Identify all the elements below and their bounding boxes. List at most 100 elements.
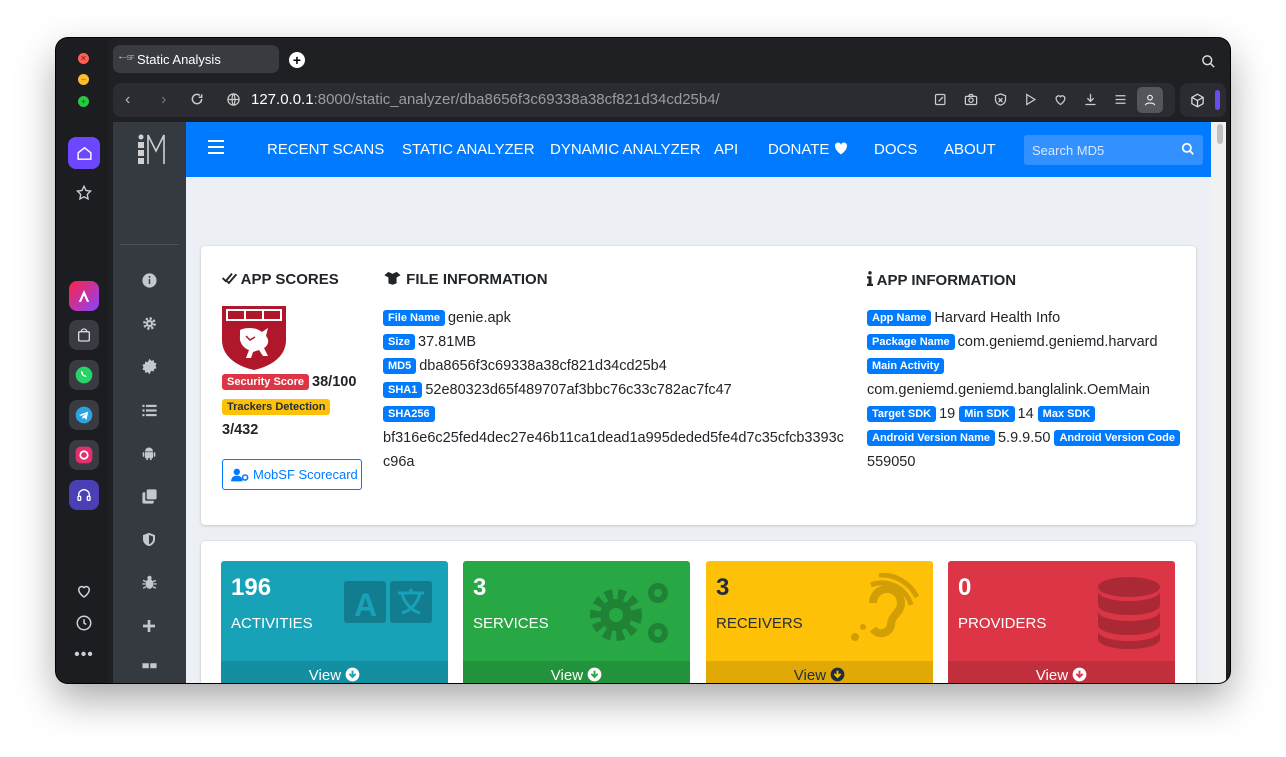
grid-icon[interactable]: [139, 657, 159, 677]
md5-search-input[interactable]: [1024, 135, 1164, 165]
instagram-icon[interactable]: [69, 440, 99, 470]
sha1-row: SHA1 52e80323d65f489707af3bbc76c33c782ac7…: [383, 382, 732, 398]
url-text[interactable]: 127.0.0.1:8000/static_analyzer/dba8656f3…: [251, 91, 720, 108]
services-count: 3: [473, 574, 487, 601]
app-info-title: APP INFORMATION: [876, 272, 1017, 289]
sidebar-divider: [120, 244, 179, 245]
aria-app-icon[interactable]: [69, 281, 99, 311]
file-info-heading: FILE INFORMATION: [383, 271, 548, 288]
certificate-icon[interactable]: [139, 356, 159, 376]
bug-icon[interactable]: [139, 572, 159, 592]
minimize-window-button[interactable]: –: [78, 74, 89, 85]
search-icon[interactable]: [1201, 54, 1216, 74]
edit-icon[interactable]: [933, 92, 948, 112]
nav-about[interactable]: ABOUT: [944, 141, 996, 158]
history-icon[interactable]: [68, 607, 100, 639]
gear-icon[interactable]: [139, 313, 159, 333]
maximize-window-button[interactable]: +: [78, 96, 89, 107]
mobsf-page: RECENT SCANS STATIC ANALYZER DYNAMIC ANA…: [113, 122, 1211, 683]
security-score-badge: Security Score: [222, 374, 310, 390]
app-name-value: Harvard Health Info: [934, 310, 1061, 326]
shield-block-icon[interactable]: [993, 92, 1008, 112]
activities-label: ACTIVITIES: [231, 615, 313, 632]
heart-bookmark-icon[interactable]: [1053, 92, 1068, 112]
tab-favicon: •−−SF: [119, 55, 135, 62]
android-icon[interactable]: [139, 443, 159, 463]
size-row: Size 37.81MB: [383, 334, 476, 350]
nav-recent-scans[interactable]: RECENT SCANS: [267, 141, 384, 158]
nav-docs[interactable]: DOCS: [874, 141, 917, 158]
app-info-heading: APP INFORMATION: [867, 271, 1016, 289]
play-icon[interactable]: [1023, 92, 1038, 112]
new-tab-button[interactable]: +: [289, 52, 305, 68]
arrow-circle-down-icon: [345, 667, 360, 682]
address-bar[interactable]: ‹ › 127.0.0.1:8000/static_analyzer/dba86…: [113, 83, 1175, 117]
scrollbar-thumb[interactable]: [1217, 124, 1223, 144]
nav-dynamic-analyzer[interactable]: DYNAMIC ANALYZER: [550, 141, 701, 158]
url-path: :8000/static_analyzer/dba8656f3c69338a38…: [313, 91, 720, 108]
size-badge: Size: [383, 334, 416, 350]
tab-static-analysis[interactable]: •−−SF Static Analysis: [113, 45, 279, 73]
list-icon[interactable]: [139, 400, 159, 420]
trackers-badge-row: Trackers Detection: [222, 399, 333, 415]
page-scrollbar[interactable]: [1211, 122, 1226, 683]
profile-icon[interactable]: [1137, 87, 1163, 113]
forward-icon[interactable]: ›: [161, 91, 166, 109]
nav-donate[interactable]: DONATE: [768, 141, 848, 158]
copy-icon[interactable]: [139, 486, 159, 506]
cogs-icon: [590, 583, 668, 643]
package-value: com.geniemd.geniemd.harvard: [957, 334, 1158, 350]
plus-icon[interactable]: [139, 616, 159, 636]
file-info-title: FILE INFORMATION: [406, 271, 548, 288]
target-sdk-badge: Target SDK: [867, 406, 937, 422]
mobsf-scorecard-button[interactable]: MobSF Scorecard: [222, 459, 362, 490]
receivers-box: 3 RECEIVERS View: [706, 561, 933, 683]
search-icon[interactable]: [1181, 142, 1195, 161]
home-icon[interactable]: [68, 137, 100, 169]
download-icon[interactable]: [1083, 92, 1098, 112]
close-window-button[interactable]: ✕: [78, 53, 89, 64]
nav-static-analyzer[interactable]: STATIC ANALYZER: [402, 141, 535, 158]
target-sdk-value: 19: [939, 406, 956, 422]
version-row: Android Version Name 5.9.9.50 Android Ver…: [867, 430, 1183, 446]
min-sdk-badge: Min SDK: [959, 406, 1015, 422]
providers-view-label: View: [1035, 667, 1069, 683]
svg-text:A: A: [354, 587, 377, 623]
language-icon: A: [344, 581, 432, 623]
accent-bar: [1215, 90, 1220, 110]
back-icon[interactable]: ‹: [125, 91, 130, 109]
site-info-icon[interactable]: [226, 92, 241, 112]
main-activity-value: com.geniemd.geniemd.banglalink.OemMain: [867, 382, 1150, 398]
main-activity-badge: Main Activity: [867, 358, 945, 374]
nav-api[interactable]: API: [714, 141, 738, 158]
receivers-view-link[interactable]: View: [706, 661, 933, 683]
info-icon: [867, 271, 873, 286]
hamburger-menu-icon[interactable]: [208, 140, 224, 158]
services-view-link[interactable]: View: [463, 661, 690, 683]
activities-view-link[interactable]: View: [221, 661, 448, 683]
services-view-label: View: [550, 667, 584, 683]
telegram-icon[interactable]: [69, 400, 99, 430]
providers-view-link[interactable]: View: [948, 661, 1175, 683]
mobsf-logo[interactable]: [135, 132, 171, 174]
whatsapp-icon[interactable]: [69, 360, 99, 390]
easy-setup-icon[interactable]: [1113, 92, 1128, 112]
trackers-value: 3/432: [222, 422, 259, 438]
activities-box: 196 ACTIVITIES A View: [221, 561, 448, 683]
reload-icon[interactable]: [190, 92, 204, 111]
version-code-badge: Android Version Code: [1054, 430, 1180, 446]
shopping-bag-icon[interactable]: [69, 320, 99, 350]
max-sdk-badge: Max SDK: [1037, 406, 1096, 422]
check-double-icon: [221, 273, 238, 285]
more-options-icon[interactable]: •••: [68, 639, 100, 671]
heart-icon[interactable]: [68, 575, 100, 607]
scorecard-label: MobSF Scorecard: [253, 467, 358, 482]
workspaces-icon[interactable]: [1180, 83, 1226, 117]
star-icon[interactable]: [68, 177, 100, 209]
package-row: Package Name com.geniemd.geniemd.harvard: [867, 334, 1158, 350]
shield-icon[interactable]: [139, 529, 159, 549]
music-player-icon[interactable]: [69, 480, 99, 510]
info-icon[interactable]: [139, 270, 159, 290]
camera-icon[interactable]: [963, 92, 979, 112]
md5-value: dba8656f3c69338a38cf821d34cd25b4: [419, 358, 667, 374]
